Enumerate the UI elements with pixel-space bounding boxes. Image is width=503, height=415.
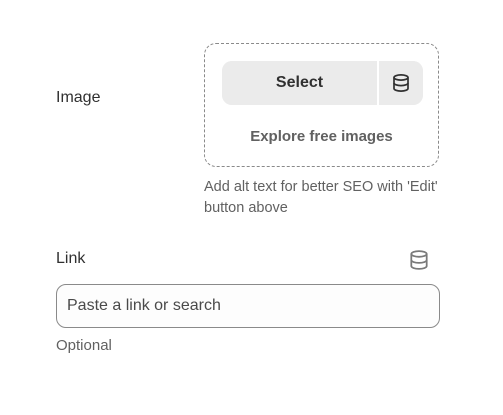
image-field-label: Image — [56, 89, 101, 106]
select-image-button[interactable]: Select — [222, 61, 377, 105]
link-dynamic-source-button[interactable] — [408, 249, 430, 271]
image-help-text: Add alt text for better SEO with 'Edit' … — [204, 179, 438, 216]
link-input[interactable] — [56, 284, 440, 328]
link-field-label: Link — [56, 250, 86, 267]
image-dropzone[interactable]: Select Explore free images — [204, 43, 439, 167]
explore-free-images-link[interactable]: Explore free images — [205, 128, 438, 145]
link-help-text: Optional — [56, 337, 112, 354]
database-icon — [410, 250, 428, 270]
dynamic-source-button[interactable] — [379, 61, 423, 105]
database-icon — [393, 74, 409, 92]
image-select-button-group: Select — [222, 61, 423, 105]
